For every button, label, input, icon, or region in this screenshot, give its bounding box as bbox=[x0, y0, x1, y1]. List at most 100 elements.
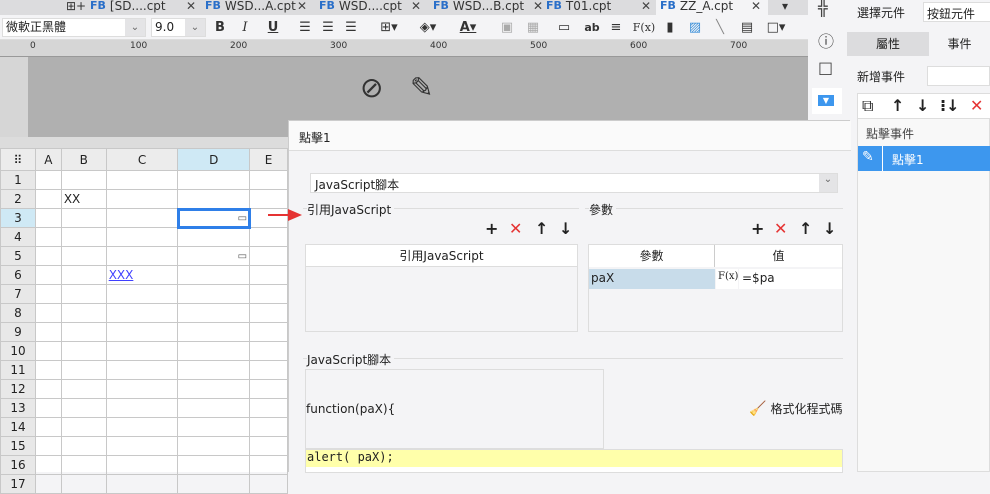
tab-properties[interactable]: 屬性 bbox=[847, 32, 929, 56]
tab-3[interactable]: FB WSD...B.cpt ✕ bbox=[433, 0, 563, 15]
cell[interactable] bbox=[105, 284, 179, 304]
cell[interactable] bbox=[249, 379, 288, 399]
close-icon[interactable]: ✕ bbox=[533, 0, 543, 13]
cell[interactable]: ▭ bbox=[177, 246, 251, 266]
frame-icon[interactable]: □▾ bbox=[763, 18, 789, 37]
cell[interactable] bbox=[105, 436, 179, 456]
cell[interactable] bbox=[177, 284, 251, 304]
cell[interactable] bbox=[60, 170, 107, 190]
slash-icon[interactable]: ╲ bbox=[711, 18, 729, 37]
formula-button[interactable]: F(x) bbox=[633, 18, 655, 37]
cell[interactable] bbox=[249, 170, 288, 190]
cell[interactable] bbox=[34, 208, 62, 228]
cell-grid[interactable]: ⠿ A B C D E 1 2 XX 3 ▭ 4 5 ▭ 6 XXX 7 8 9 10 11 12 13 14 15 16 17 bbox=[0, 148, 288, 494]
cell[interactable] bbox=[249, 189, 288, 209]
cell[interactable] bbox=[34, 284, 62, 304]
chart-icon[interactable]: ▮ bbox=[661, 18, 679, 37]
spreadsheet[interactable]: ⠿ A B C D E 1 2 XX 3 ▭ 4 5 ▭ 6 XXX 7 8 9 10 11 12 13 14 15 16 17 bbox=[0, 137, 288, 494]
cell[interactable] bbox=[105, 398, 179, 418]
cell[interactable] bbox=[249, 246, 288, 266]
font-size-select[interactable]: 9.0 ⌄ bbox=[151, 18, 206, 37]
cell[interactable] bbox=[34, 246, 62, 266]
fill-color-icon[interactable]: ◈▾ bbox=[412, 18, 444, 37]
row-header[interactable]: 11 bbox=[0, 360, 36, 380]
merge-cells-icon[interactable]: ▣ bbox=[498, 18, 516, 37]
row-header[interactable]: 14 bbox=[0, 417, 36, 437]
cell[interactable] bbox=[177, 189, 251, 209]
tab-menu-icon[interactable]: ▾ bbox=[782, 0, 788, 15]
column-header[interactable]: D bbox=[177, 148, 251, 171]
cell[interactable] bbox=[34, 170, 62, 190]
component-select[interactable]: 按鈕元件 bbox=[923, 2, 990, 22]
cell[interactable] bbox=[177, 379, 251, 399]
ref-js-table[interactable]: 引用JavaScript bbox=[305, 244, 578, 332]
column-header[interactable]: A bbox=[34, 148, 62, 171]
cell[interactable] bbox=[34, 474, 62, 494]
textbox-icon[interactable]: ▭ bbox=[555, 18, 573, 37]
close-icon[interactable]: ✕ bbox=[297, 0, 307, 13]
row-header[interactable]: 3 bbox=[0, 208, 36, 228]
cell[interactable] bbox=[34, 436, 62, 456]
cell[interactable] bbox=[105, 208, 179, 228]
row-header[interactable]: 7 bbox=[0, 284, 36, 304]
column-header[interactable]: B bbox=[60, 148, 107, 171]
cell[interactable] bbox=[177, 303, 251, 323]
row-header[interactable]: 5 bbox=[0, 246, 36, 266]
cell[interactable] bbox=[60, 303, 107, 323]
cell[interactable] bbox=[177, 341, 251, 361]
cell[interactable] bbox=[105, 322, 179, 342]
cell[interactable] bbox=[249, 474, 288, 494]
italic-button[interactable]: I bbox=[237, 18, 253, 37]
underline-button[interactable]: U bbox=[265, 18, 281, 37]
cell[interactable] bbox=[105, 417, 179, 437]
cell[interactable] bbox=[177, 265, 251, 285]
cell[interactable] bbox=[105, 227, 179, 247]
cell[interactable] bbox=[177, 227, 251, 247]
tab-0[interactable]: FB [SD....cpt ✕ bbox=[90, 0, 220, 15]
select-all-icon[interactable]: ⠿ bbox=[0, 148, 36, 171]
cell[interactable] bbox=[249, 265, 288, 285]
delete-icon[interactable]: ✕ bbox=[970, 96, 983, 115]
layout-icon[interactable]: ╬ bbox=[818, 0, 828, 17]
delete-icon[interactable]: ✕ bbox=[774, 219, 787, 238]
arrow-up-icon[interactable]: ↑ bbox=[799, 219, 812, 238]
cell[interactable] bbox=[105, 341, 179, 361]
row-header[interactable]: 10 bbox=[0, 341, 36, 361]
cell[interactable] bbox=[177, 474, 251, 494]
row-header[interactable]: 17 bbox=[0, 474, 36, 494]
cell[interactable] bbox=[60, 436, 107, 456]
pencil-icon[interactable]: ✎ bbox=[410, 71, 433, 104]
close-icon[interactable]: ✕ bbox=[186, 0, 196, 13]
add-event-select[interactable] bbox=[927, 66, 990, 86]
bold-button[interactable]: B bbox=[212, 18, 228, 37]
cell[interactable] bbox=[105, 189, 179, 209]
align-center-icon[interactable]: ☰ bbox=[319, 18, 337, 37]
cell[interactable] bbox=[34, 398, 62, 418]
cell[interactable] bbox=[60, 417, 107, 437]
tab-1[interactable]: FB WSD...A.cpt ✕ bbox=[205, 0, 335, 15]
cell[interactable] bbox=[105, 474, 179, 494]
cell[interactable] bbox=[60, 246, 107, 266]
close-icon[interactable]: ✕ bbox=[411, 0, 421, 13]
row-header[interactable]: 8 bbox=[0, 303, 36, 323]
close-icon[interactable]: ✕ bbox=[751, 0, 761, 13]
cell[interactable] bbox=[105, 360, 179, 380]
copy-icon[interactable]: ⧉ bbox=[862, 96, 873, 116]
tab-events[interactable]: 事件 bbox=[929, 32, 990, 56]
image-icon[interactable]: ▨ bbox=[686, 18, 704, 37]
split-cells-icon[interactable]: ▦ bbox=[524, 18, 542, 37]
arrow-down-icon[interactable]: ↓ bbox=[559, 219, 572, 238]
cell[interactable] bbox=[249, 303, 288, 323]
cell[interactable]: XXX bbox=[105, 265, 179, 285]
cell[interactable] bbox=[34, 265, 62, 285]
cell[interactable] bbox=[34, 341, 62, 361]
cell[interactable] bbox=[249, 341, 288, 361]
cell[interactable] bbox=[60, 474, 107, 494]
param-value-cell[interactable]: =$pa bbox=[739, 269, 842, 289]
format-code-button[interactable]: 🧹 格式化程式碼 bbox=[749, 400, 842, 417]
cell[interactable] bbox=[249, 398, 288, 418]
cell[interactable] bbox=[60, 398, 107, 418]
cell[interactable] bbox=[60, 341, 107, 361]
cell[interactable] bbox=[34, 227, 62, 247]
cell[interactable] bbox=[177, 398, 251, 418]
